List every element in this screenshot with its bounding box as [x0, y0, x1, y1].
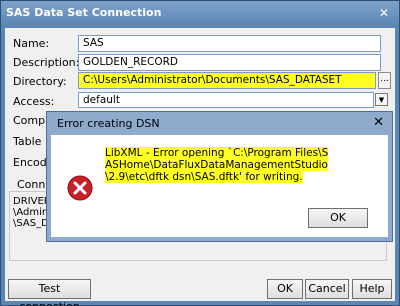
error-message: LibXML - Error opening `C:\Program Files…: [105, 147, 330, 183]
error-dialog-body: LibXML - Error opening `C:\Program Files…: [51, 135, 388, 237]
window-title: SAS Data Set Connection: [6, 6, 162, 19]
window-title-bar: SAS Data Set Connection ✕: [1, 1, 399, 27]
cancel-button[interactable]: Cancel: [305, 279, 349, 299]
directory-field[interactable]: C:\Users\Administrator\Documents\SAS_DAT…: [78, 72, 376, 89]
access-label: Access:: [13, 95, 55, 108]
access-select[interactable]: default: [78, 92, 374, 108]
error-dialog-title: Error creating DSN: [57, 117, 160, 130]
name-field[interactable]: SAS: [78, 35, 381, 52]
access-dropdown-icon[interactable]: ▼: [375, 93, 388, 106]
test-connection-button[interactable]: Test connection: [8, 279, 91, 306]
error-ok-button[interactable]: OK: [308, 208, 368, 228]
description-label: Description:: [13, 56, 80, 69]
name-label: Name:: [13, 37, 50, 50]
error-dialog: Error creating DSN ✕ LibXML - Error open…: [46, 111, 393, 242]
window-close-button[interactable]: ✕: [375, 5, 393, 21]
description-field[interactable]: GOLDEN_RECORD: [78, 54, 381, 71]
error-dialog-close-button[interactable]: ✕: [373, 115, 384, 130]
error-icon: [67, 175, 93, 201]
error-message-text: LibXML - Error opening `C:\Program Files…: [105, 147, 329, 183]
ok-button[interactable]: OK: [267, 279, 303, 299]
help-button[interactable]: Help: [352, 279, 392, 299]
directory-browse-button[interactable]: ...: [378, 72, 391, 89]
directory-label: Directory:: [13, 75, 67, 88]
